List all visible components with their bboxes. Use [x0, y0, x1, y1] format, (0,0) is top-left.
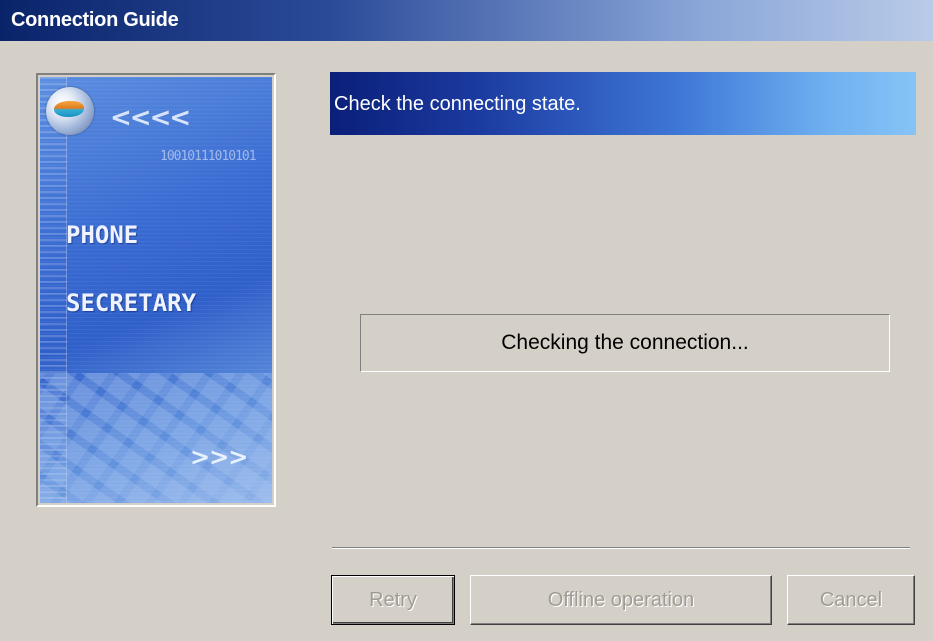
offline-operation-button-label: Offline operation — [547, 589, 695, 611]
separator-line — [332, 547, 910, 549]
phone-secretary-banner: <<<< 10010111010101 PHONE SECRETARY >>> — [40, 77, 272, 503]
step-header-text: Check the connecting state. — [334, 93, 581, 115]
step-header: Check the connecting state. — [330, 72, 916, 135]
arrows-right-icon: >>> — [190, 443, 248, 471]
retry-button-label: Retry — [369, 589, 417, 611]
cancel-button[interactable]: Cancel — [787, 575, 915, 625]
retry-button[interactable]: Retry — [331, 575, 455, 625]
globe-land-shape — [54, 101, 84, 117]
banner-text-secretary: SECRETARY — [66, 289, 197, 317]
keyboard-keys-graphic — [40, 373, 272, 503]
globe-icon — [46, 87, 94, 135]
window-title: Connection Guide — [11, 9, 179, 31]
cancel-button-label: Cancel — [819, 589, 883, 611]
banner-text-phone: PHONE — [66, 221, 139, 249]
banner-binary-text: 10010111010101 — [160, 149, 257, 164]
arrows-left-icon: <<<< — [110, 103, 191, 133]
title-bar[interactable]: Connection Guide — [0, 0, 933, 41]
offline-operation-button[interactable]: Offline operation — [470, 575, 772, 625]
status-text: Checking the connection... — [501, 331, 749, 354]
banner-image-frame: <<<< 10010111010101 PHONE SECRETARY >>> — [36, 73, 276, 507]
status-box: Checking the connection... — [360, 314, 890, 372]
